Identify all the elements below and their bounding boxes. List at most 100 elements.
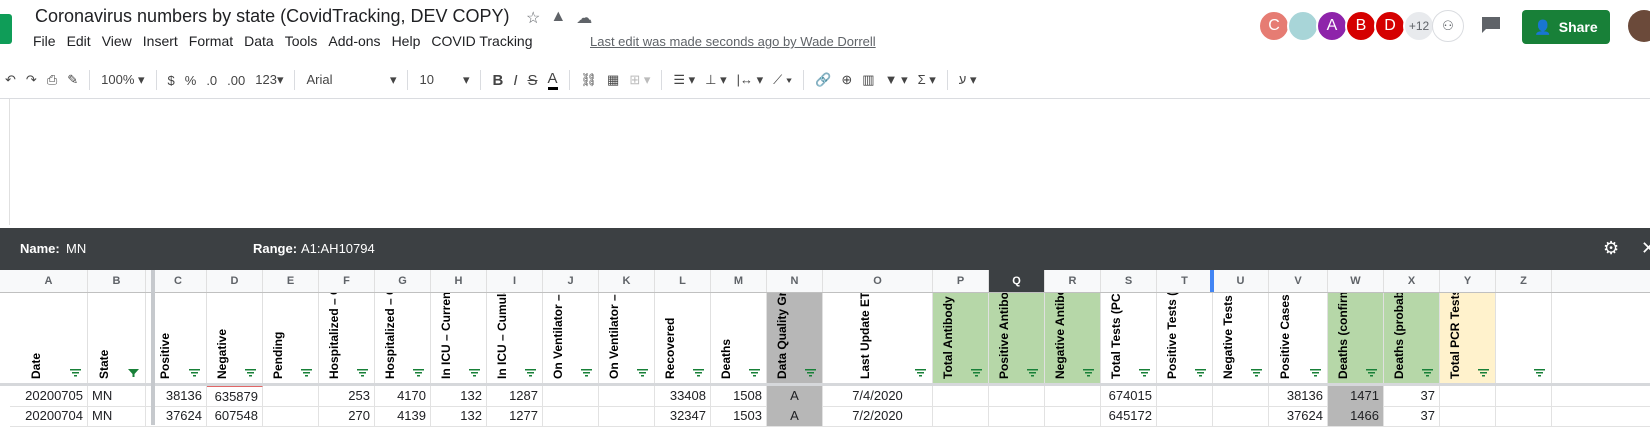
filter-icon[interactable] — [245, 369, 256, 377]
column-letter-n[interactable]: N — [767, 270, 823, 292]
insert-chart-icon[interactable]: ▥ — [862, 72, 874, 88]
cell-t[interactable] — [1157, 406, 1213, 426]
cell-h[interactable]: 132 — [431, 386, 487, 406]
filter-icon[interactable] — [915, 369, 926, 377]
header-cell-b[interactable]: State — [88, 293, 146, 383]
frozen-column-divider[interactable] — [151, 270, 155, 425]
header-cell-d[interactable]: Negative — [207, 293, 263, 383]
filter-icon[interactable] — [1310, 369, 1321, 377]
header-cell-a[interactable]: Date — [10, 293, 88, 383]
header-cell-n[interactable]: Data Quality Grade — [767, 293, 823, 383]
column-letter-w[interactable]: W — [1328, 270, 1384, 292]
cell-g[interactable]: 4139 — [375, 406, 431, 426]
header-cell-y[interactable]: Total PCR Tests (People) — [1440, 293, 1496, 383]
settings-gear-icon[interactable]: ⚙ — [1603, 238, 1619, 259]
text-wrapping-icon[interactable]: |↔ ▾ — [737, 72, 764, 88]
cell-l[interactable]: 32347 — [655, 406, 711, 426]
menu-item-add-ons[interactable]: Add-ons — [328, 33, 387, 49]
cell-r[interactable] — [1045, 406, 1101, 426]
print-icon[interactable]: ⎙ — [47, 72, 57, 88]
header-cell-t[interactable]: Positive Tests (PCR) — [1157, 293, 1213, 383]
insert-comment-icon[interactable]: ⊕ — [841, 72, 852, 88]
cell-c[interactable]: 38136 — [150, 386, 207, 406]
filter-icon[interactable] — [971, 369, 982, 377]
column-letter-o[interactable]: O — [823, 270, 933, 292]
column-letter-r[interactable]: R — [1045, 270, 1101, 292]
filter-icon[interactable] — [128, 369, 139, 377]
cell-b[interactable]: MN — [88, 386, 146, 406]
cell-x[interactable]: 37 — [1384, 406, 1440, 426]
cell-r[interactable] — [1045, 386, 1101, 406]
filter-icon[interactable] — [1478, 369, 1489, 377]
column-letter-m[interactable]: M — [711, 270, 767, 292]
header-cell-o[interactable]: Last Update ET — [823, 293, 933, 383]
sheets-logo-icon[interactable] — [0, 14, 12, 44]
cell-b[interactable]: MN — [88, 406, 146, 426]
cell-p[interactable] — [933, 406, 989, 426]
zoom-select[interactable]: 100% ▾ — [101, 72, 144, 88]
last-edit-link[interactable]: Last edit was made seconds ago by Wade D… — [590, 34, 876, 49]
header-cell-x[interactable]: Deaths (probable) — [1384, 293, 1440, 383]
column-letter-z[interactable]: Z — [1496, 270, 1552, 292]
cell-v[interactable]: 37624 — [1269, 406, 1328, 426]
menu-item-file[interactable]: File — [33, 33, 63, 49]
filter-icon[interactable] — [637, 369, 648, 377]
star-icon[interactable]: ☆ — [526, 8, 540, 28]
header-cell-q[interactable]: Positive Antibody Tests (People) — [989, 293, 1045, 383]
menu-item-view[interactable]: View — [102, 33, 139, 49]
cell-n[interactable]: A — [767, 406, 823, 426]
merge-cells-icon[interactable]: ⊞ ▾ — [629, 72, 650, 88]
cell-u[interactable] — [1213, 406, 1269, 426]
name-value[interactable]: MN — [66, 241, 86, 256]
header-cell-u[interactable]: Negative Tests (PCR) — [1213, 293, 1269, 383]
document-title[interactable]: Coronavirus numbers by state (CovidTrack… — [35, 6, 510, 27]
header-cell-h[interactable]: In ICU – Currently — [431, 293, 487, 383]
column-letter-b[interactable]: B — [88, 270, 146, 292]
filter-icon[interactable] — [70, 369, 81, 377]
menu-item-insert[interactable]: Insert — [143, 33, 185, 49]
column-letter-x[interactable]: X — [1384, 270, 1440, 292]
column-letter-v[interactable]: V — [1269, 270, 1328, 292]
close-icon[interactable]: ✕ — [1641, 238, 1650, 259]
column-letter-p[interactable]: P — [933, 270, 989, 292]
filter-icon[interactable] — [693, 369, 704, 377]
cell-q[interactable] — [989, 406, 1045, 426]
redo-icon[interactable]: ↷ — [26, 72, 37, 88]
cell-y[interactable] — [1440, 386, 1496, 406]
cell-n[interactable]: A — [767, 386, 823, 406]
cell-m[interactable]: 1503 — [711, 406, 767, 426]
move-to-drive-icon[interactable]: ▲ — [550, 8, 566, 28]
column-letter-q[interactable]: Q — [989, 270, 1045, 292]
header-cell-i[interactable]: In ICU – Cumulative — [487, 293, 543, 383]
cloud-status-icon[interactable]: ☁ — [576, 8, 592, 28]
collaborator-avatar[interactable]: A — [1316, 10, 1348, 42]
fill-color-icon[interactable]: ⛓ — [581, 72, 598, 88]
italic-button[interactable]: I — [513, 72, 517, 89]
filter-icon[interactable] — [805, 369, 816, 377]
header-cell-k[interactable]: On Ventilator – Cumulative — [599, 293, 655, 383]
increase-decimal-button[interactable]: .00 — [227, 73, 245, 88]
header-cell-w[interactable]: Deaths (confirmed) — [1328, 293, 1384, 383]
cell-j[interactable] — [543, 406, 599, 426]
menu-item-edit[interactable]: Edit — [67, 33, 98, 49]
header-cell-j[interactable]: On Ventilator – Currently — [543, 293, 599, 383]
menu-item-tools[interactable]: Tools — [285, 33, 325, 49]
cell-e[interactable] — [263, 386, 319, 406]
header-cell-r[interactable]: Negative Antibody Tests (People) — [1045, 293, 1101, 383]
column-letter-e[interactable]: E — [263, 270, 319, 292]
filter-icon[interactable] — [189, 369, 200, 377]
decrease-decimal-button[interactable]: .0 — [206, 73, 217, 88]
header-cell-z[interactable] — [1496, 293, 1552, 383]
column-letter-f[interactable]: F — [319, 270, 375, 292]
column-letter-i[interactable]: I — [487, 270, 543, 292]
share-button[interactable]: 👤 Share — [1522, 10, 1610, 44]
cell-v[interactable]: 38136 — [1269, 386, 1328, 406]
paint-format-icon[interactable]: ✎ — [67, 72, 78, 88]
undo-icon[interactable]: ↶ — [5, 72, 16, 88]
currency-format-button[interactable]: $ — [168, 73, 175, 88]
filter-icon[interactable] — [301, 369, 312, 377]
input-tools-icon[interactable]: ע ▾ — [959, 72, 977, 88]
percent-format-button[interactable]: % — [185, 73, 197, 88]
filter-icon[interactable] — [1139, 369, 1150, 377]
bold-button[interactable]: B — [492, 72, 503, 89]
